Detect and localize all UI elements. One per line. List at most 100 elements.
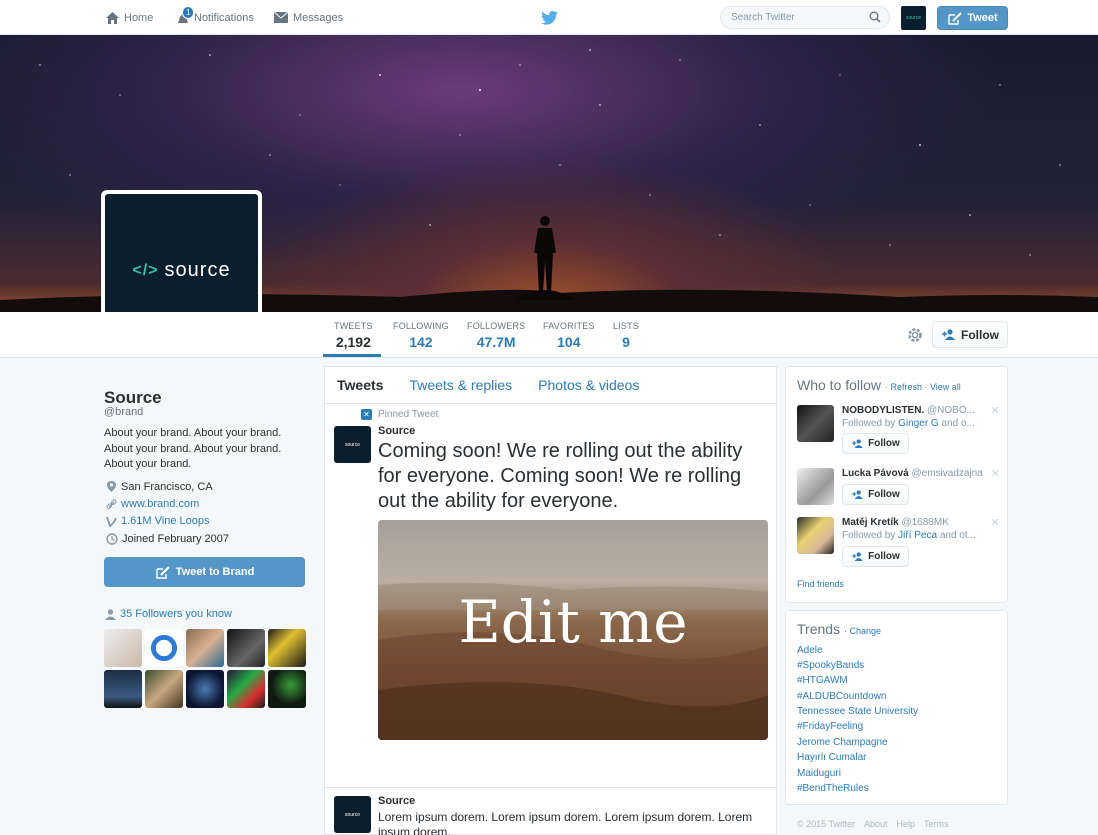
follow-user-button[interactable]: Follow <box>842 433 909 454</box>
search-input[interactable]: Search Twitter <box>720 6 890 29</box>
joined-text: Joined February 2007 <box>122 533 230 545</box>
follower-avatar[interactable] <box>145 629 183 667</box>
followed-by-prefix: Followed by <box>842 418 899 429</box>
tab-tweets[interactable]: Tweets <box>337 377 383 393</box>
search-placeholder: Search Twitter <box>731 12 795 23</box>
follow-label: Follow <box>868 438 900 449</box>
follower-avatar[interactable] <box>104 629 142 667</box>
user-name-line[interactable]: NOBODYLISTEN. @NOBO... <box>842 405 990 416</box>
stat-value: 47.7M <box>476 334 516 350</box>
profile-bio: About your brand. About your brand. Abou… <box>104 427 282 470</box>
nav-messages-label: Messages <box>293 11 344 24</box>
user-name-line[interactable]: Matěj Kretík @1688MK <box>842 517 990 528</box>
top-navigation-bar: Home 1 Notifications Messages Search Twi… <box>0 0 1098 35</box>
stat-followers[interactable]: FOLLOWERS 47.7M <box>467 321 525 350</box>
follower-avatar[interactable] <box>186 670 224 708</box>
nav-home[interactable]: Home <box>105 0 153 35</box>
user-avatar[interactable] <box>797 405 834 442</box>
footer-terms-link[interactable]: Terms <box>924 819 949 829</box>
user-name-line[interactable]: Lucka Pávová @emsivadzajna <box>842 468 990 479</box>
trend-item[interactable]: Tennessee State University <box>797 706 918 717</box>
user-avatar[interactable] <box>797 468 834 505</box>
stat-label: FAVORITES <box>543 321 595 331</box>
trend-item[interactable]: #HTGAWM <box>797 675 848 686</box>
tweet-to-brand-button[interactable]: Tweet to Brand <box>104 557 305 587</box>
tweet-author-avatar[interactable]: source <box>334 796 371 833</box>
followed-by-link[interactable]: Ginger G <box>898 418 939 429</box>
tweet-media-image[interactable]: Edit me <box>378 520 768 740</box>
profile-website[interactable]: www.brand.com <box>106 498 199 510</box>
trend-item[interactable]: Hayırlı Cumalar <box>797 752 866 763</box>
follow-user-button[interactable]: Follow <box>842 484 909 505</box>
search-icon[interactable] <box>869 11 881 23</box>
followers-you-know-link[interactable]: 35 Followers you know <box>104 608 232 620</box>
tweet-author-name[interactable]: Source <box>378 425 415 437</box>
trend-item[interactable]: #BendTheRules <box>797 783 869 794</box>
compose-tweet-button[interactable]: Tweet <box>937 6 1008 30</box>
account-avatar[interactable]: source <box>901 6 926 30</box>
add-user-icon <box>852 439 863 448</box>
trend-item[interactable]: Maiduguri <box>797 768 841 779</box>
nav-messages[interactable]: Messages <box>273 0 343 35</box>
follow-user-button[interactable]: Follow <box>842 546 909 567</box>
compose-icon <box>155 565 170 579</box>
stat-following[interactable]: FOLLOWING 142 <box>393 321 449 350</box>
follower-avatar[interactable] <box>268 629 306 667</box>
follow-button[interactable]: Follow <box>932 321 1008 348</box>
tab-photos-videos[interactable]: Photos & videos <box>538 377 639 393</box>
compose-icon <box>948 11 963 25</box>
trends-module: Trends · Change Adele #SpookyBands #HTGA… <box>785 610 1008 805</box>
dismiss-icon[interactable]: ✕ <box>991 516 1000 529</box>
user-avatar[interactable] <box>797 517 834 554</box>
refresh-link[interactable]: Refresh <box>890 382 922 392</box>
find-friends-link[interactable]: Find friends <box>797 579 844 589</box>
trend-item[interactable]: Jerome Champagne <box>797 737 888 748</box>
view-all-link[interactable]: View all <box>930 382 961 392</box>
tweet-divider <box>325 787 776 788</box>
change-trends-link[interactable]: Change <box>849 626 881 636</box>
media-overlay-text: Edit me <box>458 588 688 656</box>
profile-handle[interactable]: @brand <box>104 406 143 418</box>
footer-copyright: © 2015 Twitter <box>797 819 855 829</box>
stat-favorites[interactable]: FAVORITES 104 <box>543 321 595 350</box>
followed-by-line: Followed by Ginger G and o... <box>842 418 982 429</box>
stat-label: LISTS <box>613 321 640 331</box>
trend-item[interactable]: #SpookyBands <box>797 660 864 671</box>
followed-by-suffix: and o... <box>938 418 975 429</box>
stat-tweets[interactable]: TWEETS 2,192 <box>334 321 373 350</box>
footer-help-link[interactable]: Help <box>897 819 916 829</box>
profile-vine[interactable]: 1.61M Vine Loops <box>106 515 209 527</box>
gear-icon[interactable] <box>906 326 924 344</box>
stat-label: TWEETS <box>334 321 373 331</box>
followed-by-suffix: and ot... <box>937 530 976 541</box>
calendar-clock-icon <box>106 533 118 545</box>
website-link[interactable]: www.brand.com <box>121 498 199 510</box>
footer-about-link[interactable]: About <box>864 819 888 829</box>
dismiss-icon[interactable]: ✕ <box>991 404 1000 417</box>
tweet-to-brand-label: Tweet to Brand <box>175 566 255 578</box>
profile-name: Source <box>104 388 162 407</box>
dismiss-icon[interactable]: ✕ <box>991 467 1000 480</box>
follower-avatar[interactable] <box>227 670 265 708</box>
stat-lists[interactable]: LISTS 9 <box>613 321 639 350</box>
nav-notifications[interactable]: 1 Notifications <box>176 0 254 35</box>
page-footer: © 2015 Twitter About Help Terms <box>797 819 949 829</box>
follower-avatar[interactable] <box>227 629 265 667</box>
follower-avatar[interactable] <box>104 670 142 708</box>
pinned-tweet-label: ✕ Pinned Tweet <box>361 409 438 420</box>
trend-item[interactable]: #ALDUBCountdown <box>797 691 887 702</box>
tweet-author-name[interactable]: Source <box>378 795 415 807</box>
follower-avatar[interactable] <box>145 670 183 708</box>
trend-item[interactable]: #FridayFeeling <box>797 721 863 732</box>
follower-avatar[interactable] <box>268 670 306 708</box>
followed-by-link[interactable]: Jiří Peca <box>898 530 937 541</box>
who-to-follow-module: Who to follow · Refresh · View all NOBOD… <box>785 366 1008 603</box>
vine-loops-link[interactable]: 1.61M Vine Loops <box>121 515 209 527</box>
twitter-logo[interactable] <box>541 0 562 35</box>
silhouette-figure <box>534 216 556 293</box>
follower-avatar[interactable] <box>186 629 224 667</box>
tweet-author-avatar[interactable]: source <box>334 426 371 463</box>
tab-tweets-replies[interactable]: Tweets & replies <box>409 377 512 393</box>
trend-item[interactable]: Adele <box>797 645 823 656</box>
add-user-icon <box>942 329 955 340</box>
